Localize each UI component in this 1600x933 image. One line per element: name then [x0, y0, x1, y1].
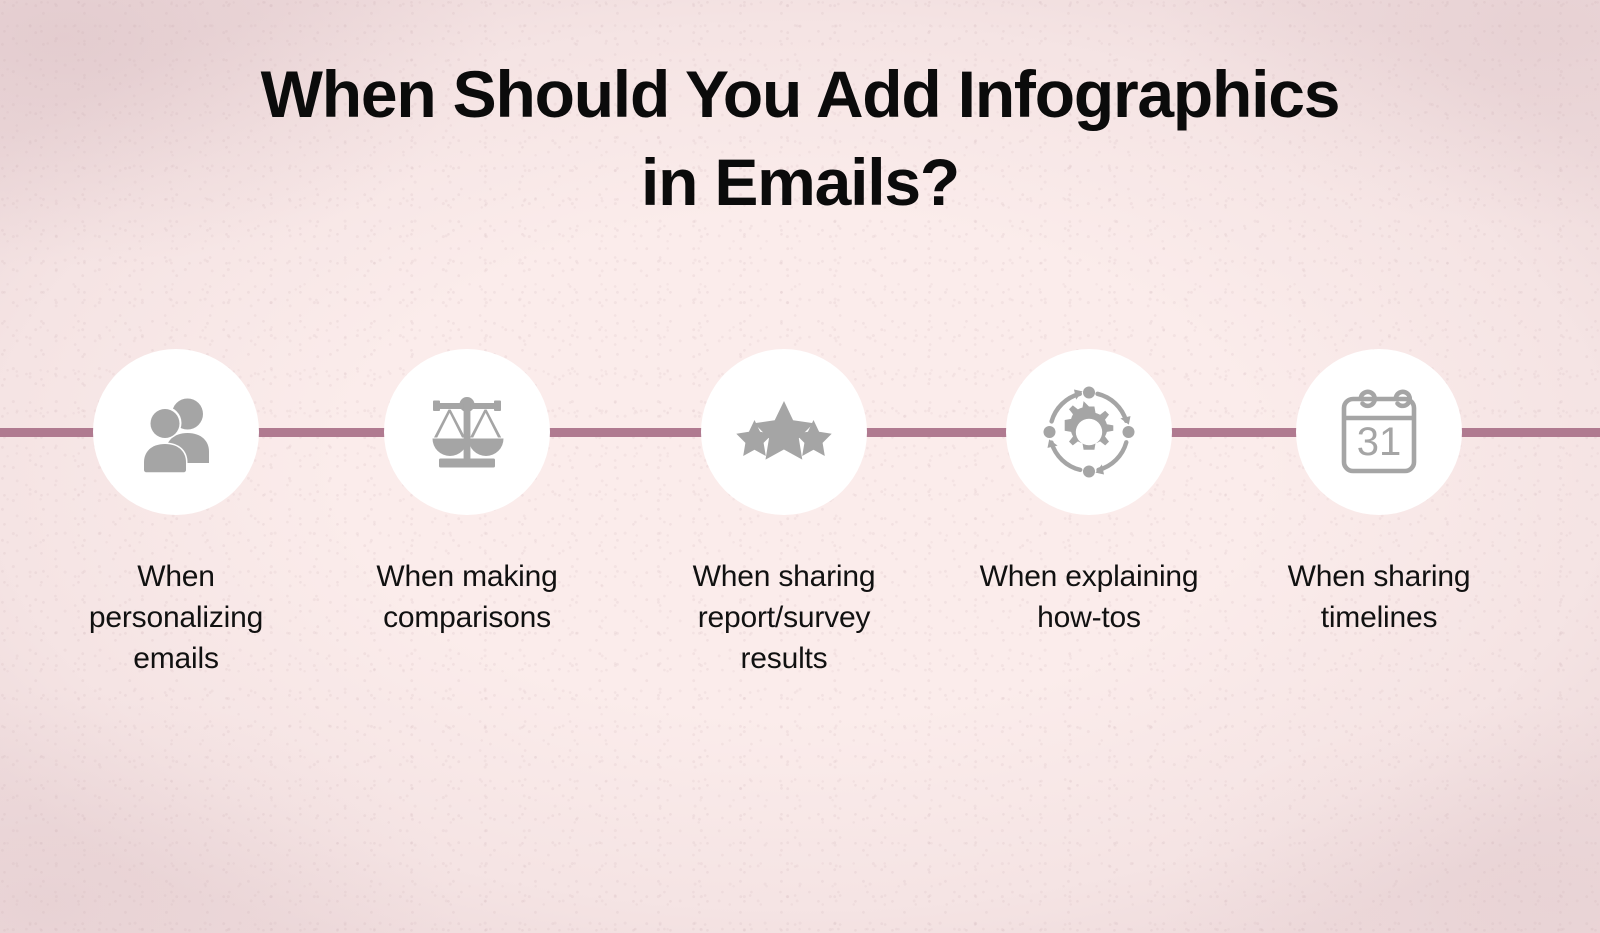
- page-title: When Should You Add Infographics in Emai…: [260, 57, 1341, 219]
- step-2-icon-circle[interactable]: [384, 349, 550, 515]
- step-5-icon-circle[interactable]: 31: [1296, 349, 1462, 515]
- infographic-poster: When Should You Add Infographics in Emai…: [0, 0, 1600, 933]
- step-4-icon-circle[interactable]: [1006, 349, 1172, 515]
- step-5-label: When sharing timelines: [1287, 560, 1471, 634]
- three-stars-icon: [730, 393, 838, 471]
- gear-process-icon: [1037, 380, 1141, 484]
- step-3-icon-circle[interactable]: [701, 349, 867, 515]
- people-icon: [131, 387, 221, 477]
- step-1-label: When personalizing emails: [88, 560, 264, 675]
- calendar-day-number: 31: [1357, 420, 1402, 464]
- step-2-label: When making comparisons: [376, 560, 558, 634]
- step-3-label: When sharing report/survey results: [692, 560, 876, 675]
- calendar-31-icon: 31: [1331, 383, 1427, 481]
- scales-icon: [421, 386, 513, 478]
- step-4-label: When explaining how-tos: [979, 560, 1199, 634]
- step-1-icon-circle[interactable]: [93, 349, 259, 515]
